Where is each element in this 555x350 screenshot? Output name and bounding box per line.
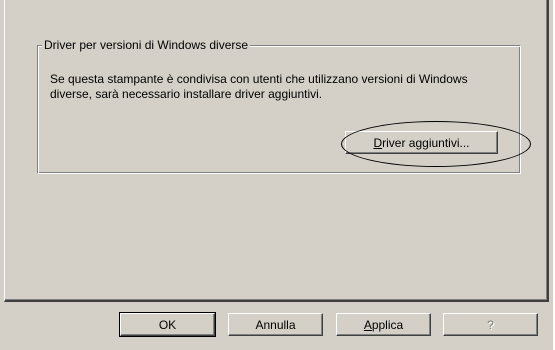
apply-button[interactable]: Applica <box>336 313 431 336</box>
printer-properties-dialog: Driver per versioni di Windows diverse S… <box>0 0 553 350</box>
cancel-button[interactable]: Annulla <box>228 313 323 336</box>
sharing-tab-panel: Driver per versioni di Windows diverse S… <box>4 0 549 302</box>
group-title: Driver per versioni di Windows diverse <box>42 38 251 52</box>
apply-accel: A <box>363 317 372 332</box>
group-description: Se questa stampante è condivisa con uten… <box>50 72 468 101</box>
additional-drivers-label: river aggiuntivi... <box>382 135 470 150</box>
help-button[interactable]: ? <box>443 313 538 336</box>
ok-button[interactable]: OK <box>119 312 216 337</box>
additional-drivers-accel: D <box>373 135 383 150</box>
apply-label: pplica <box>371 317 404 332</box>
additional-drivers-button[interactable]: Driver aggiuntivi... <box>345 131 498 154</box>
